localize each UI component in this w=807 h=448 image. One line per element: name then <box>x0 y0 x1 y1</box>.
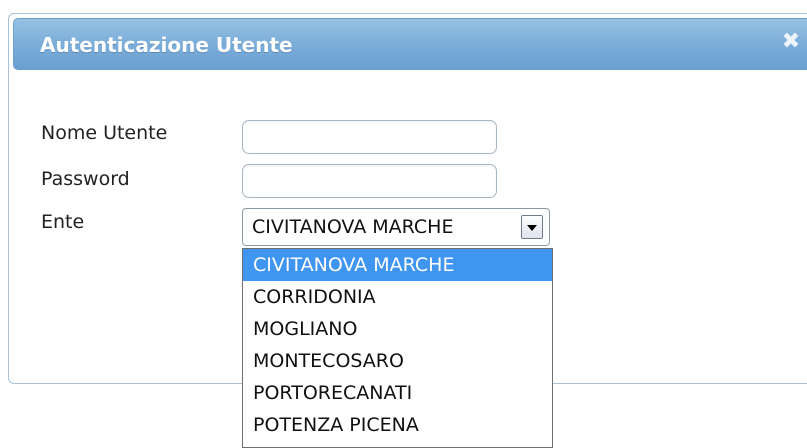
ente-label: Ente <box>41 211 85 233</box>
ente-dropdown-list[interactable]: CIVITANOVA MARCHE CORRIDONIA MOGLIANO MO… <box>242 248 553 448</box>
chevron-down-icon[interactable] <box>521 215 543 239</box>
username-input[interactable] <box>242 120 497 154</box>
ente-selected-value: CIVITANOVA MARCHE <box>252 216 454 238</box>
dropdown-option[interactable]: MOGLIANO <box>243 313 552 345</box>
dropdown-option[interactable]: MONTECOSARO <box>243 345 552 377</box>
dialog-title: Autenticazione Utente <box>40 33 293 57</box>
close-icon[interactable]: ✖ <box>780 31 802 53</box>
dialog-title-bar[interactable]: Autenticazione Utente ✖ <box>13 18 807 70</box>
dropdown-option[interactable]: CORRIDONIA <box>243 281 552 313</box>
dropdown-option[interactable]: POTENZA PICENA <box>243 409 552 441</box>
username-label: Nome Utente <box>41 122 168 144</box>
password-input[interactable] <box>242 164 497 198</box>
password-label: Password <box>41 168 130 190</box>
dropdown-option[interactable]: CIVITANOVA MARCHE <box>243 249 552 281</box>
ente-select[interactable]: CIVITANOVA MARCHE <box>242 208 550 246</box>
dropdown-option[interactable]: PORTORECANATI <box>243 377 552 409</box>
